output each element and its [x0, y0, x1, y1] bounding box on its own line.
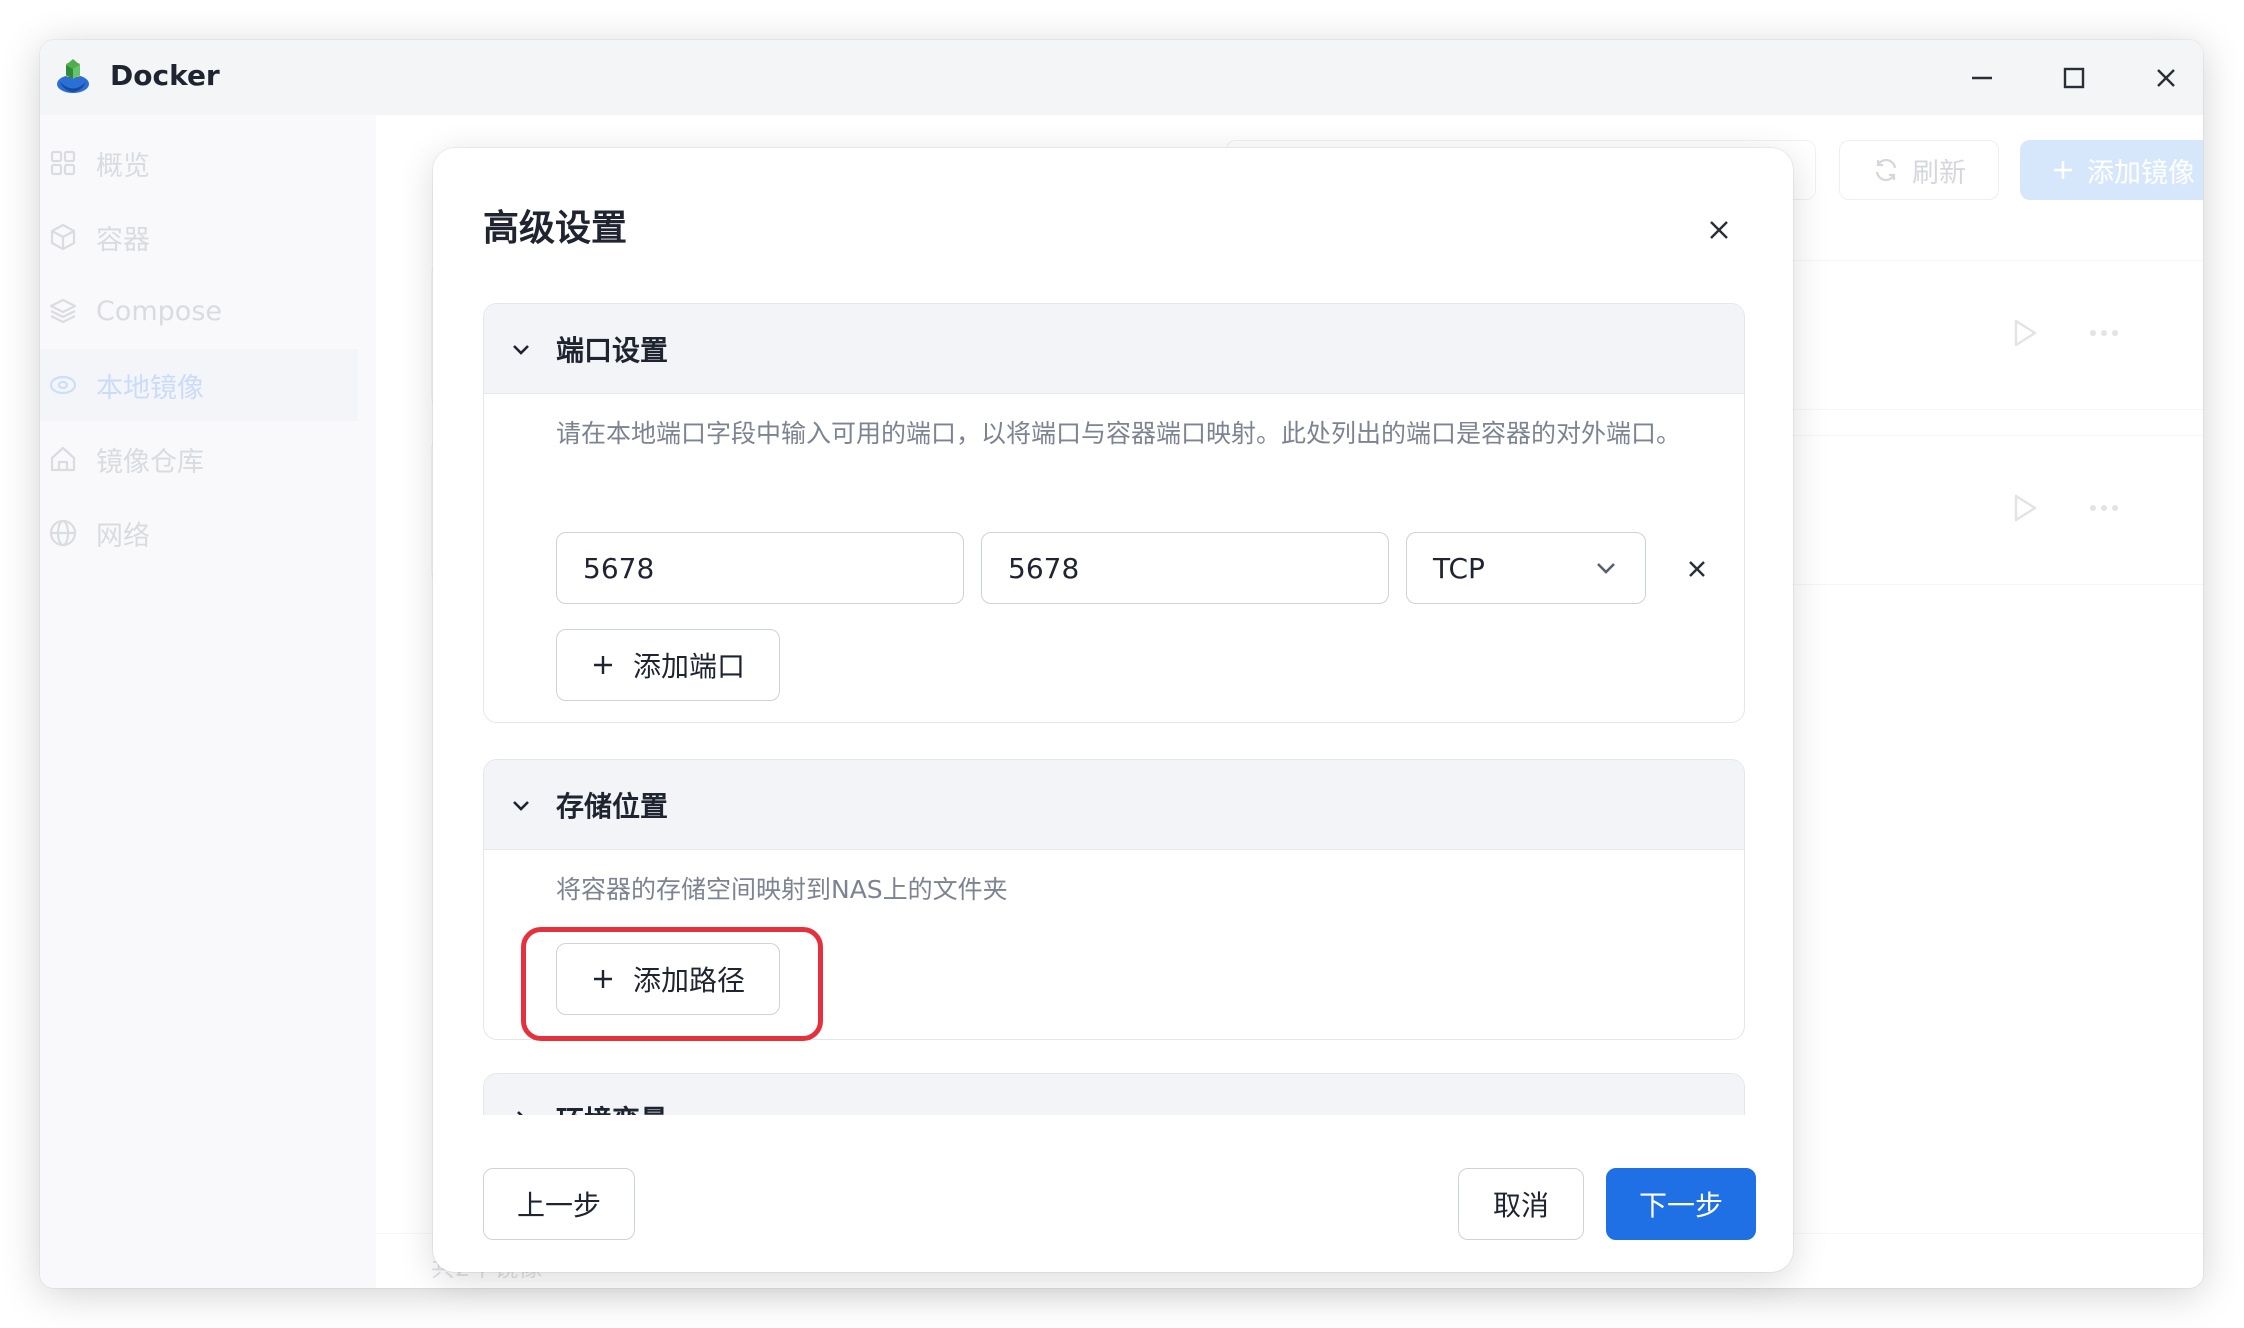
minimize-button[interactable] — [1962, 58, 2002, 98]
section-title: 环境变量 — [556, 1099, 668, 1116]
env-section: 环境变量 — [483, 1073, 1745, 1115]
storage-description: 将容器的存储空间映射到NAS上的文件夹 — [556, 875, 1008, 904]
plus-icon — [593, 656, 612, 674]
dialog-title: 高级设置 — [483, 208, 628, 249]
protocol-select[interactable]: TCP — [1406, 532, 1646, 604]
close-icon — [2157, 69, 2175, 87]
close-window-button[interactable] — [2146, 58, 2186, 98]
port-settings-header[interactable]: 端口设置 — [484, 304, 1744, 394]
section-title: 存储位置 — [556, 789, 669, 823]
plus-icon — [593, 970, 612, 988]
add-path-button[interactable]: 添加路径 — [556, 943, 780, 1015]
close-icon — [1710, 221, 1728, 239]
chevron-down-icon — [506, 334, 536, 364]
add-port-button[interactable]: 添加端口 — [556, 629, 780, 701]
docker-logo-icon — [57, 59, 89, 93]
cancel-button[interactable]: 取消 — [1458, 1168, 1584, 1240]
title-bar: Docker — [40, 40, 2203, 115]
next-step-button[interactable]: 下一步 — [1606, 1168, 1756, 1240]
port-description: 请在本地端口字段中输入可用的端口，以将端口与容器端口映射。此处列出的端口是容器的… — [556, 419, 1682, 448]
maximize-icon — [2063, 67, 2085, 89]
advanced-settings-dialog: 高级设置 端口设置 请在本地端口字段中输入可用的端口，以将端口与容器端口映射。此… — [433, 148, 1793, 1272]
dialog-body: 端口设置 请在本地端口字段中输入可用的端口，以将端口与容器端口映射。此处列出的端… — [483, 303, 1745, 1115]
previous-step-button[interactable]: 上一步 — [483, 1168, 635, 1240]
chevron-right-icon — [506, 1104, 536, 1115]
maximize-button[interactable] — [2054, 58, 2094, 98]
remove-port-button[interactable] — [1680, 552, 1714, 586]
storage-section: 存储位置 将容器的存储空间映射到NAS上的文件夹 添加路径 — [483, 759, 1745, 1040]
close-icon — [1689, 561, 1705, 577]
storage-header[interactable]: 存储位置 — [484, 760, 1744, 850]
port-settings-section: 端口设置 请在本地端口字段中输入可用的端口，以将端口与容器端口映射。此处列出的端… — [483, 303, 1745, 723]
chevron-down-icon — [1597, 563, 1615, 574]
window-title: Docker — [110, 59, 220, 92]
local-port-input[interactable] — [556, 532, 964, 604]
chevron-down-icon — [506, 790, 536, 820]
add-path-label: 添加路径 — [632, 964, 745, 997]
env-header[interactable]: 环境变量 — [484, 1074, 1744, 1115]
minimize-icon — [1972, 76, 1992, 80]
container-port-input[interactable] — [981, 532, 1389, 604]
section-title: 端口设置 — [556, 333, 669, 367]
dialog-close-button[interactable] — [1699, 210, 1739, 250]
protocol-value: TCP — [1433, 551, 1485, 585]
add-port-label: 添加端口 — [632, 650, 745, 683]
